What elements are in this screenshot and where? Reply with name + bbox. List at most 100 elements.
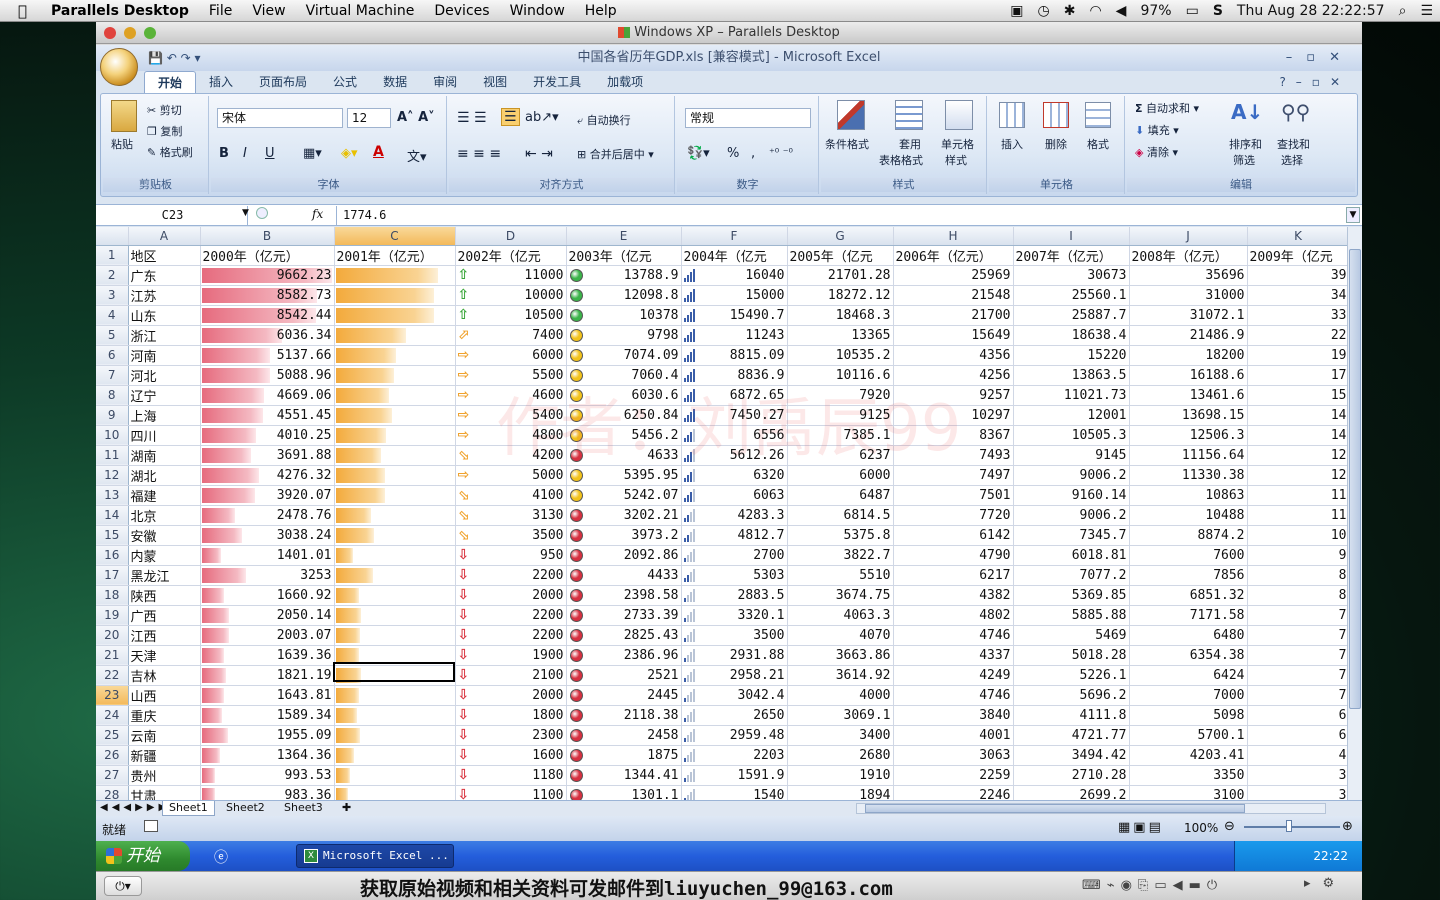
formula-input[interactable]: 1774.6 xyxy=(336,206,1346,225)
indent-icon[interactable]: ⇤ ⇥ xyxy=(525,146,553,162)
sheet-tab-3[interactable]: Sheet3 xyxy=(278,801,329,816)
cell[interactable] xyxy=(334,625,456,646)
cell[interactable] xyxy=(334,525,456,546)
cell[interactable]: 2521 xyxy=(566,665,682,686)
cell[interactable]: 6 xyxy=(1247,705,1350,726)
format-cells-icon[interactable] xyxy=(1085,102,1111,128)
cell[interactable]: 2246 xyxy=(893,785,1014,800)
row-header[interactable]: 19 xyxy=(96,605,129,626)
header-cell[interactable]: 2003年（亿元 xyxy=(566,245,682,266)
cell[interactable]: 河南 xyxy=(128,345,201,366)
row-header[interactable]: 21 xyxy=(96,645,129,666)
column-header-d[interactable]: D xyxy=(455,227,567,246)
minimize-icon[interactable] xyxy=(124,27,136,39)
zoom-in-icon[interactable]: ⊕ xyxy=(1342,819,1353,834)
row-header[interactable]: 23 xyxy=(96,685,129,706)
cell[interactable]: 8815.09 xyxy=(681,345,788,366)
cell[interactable]: 18468.3 xyxy=(787,305,894,326)
cell[interactable]: 3100 xyxy=(1129,785,1248,800)
cell[interactable]: 10535.2 xyxy=(787,345,894,366)
vertical-scroll-thumb[interactable] xyxy=(1349,249,1361,709)
cell[interactable]: 10863 xyxy=(1129,485,1248,506)
cell[interactable]: 9 xyxy=(1247,545,1350,566)
cell[interactable]: 辽宁 xyxy=(128,385,201,406)
cell[interactable]: 4203.41 xyxy=(1129,745,1248,766)
insert-cells-icon[interactable] xyxy=(999,102,1025,128)
cell[interactable] xyxy=(334,345,456,366)
volume-icon[interactable]: ◀ xyxy=(1109,3,1134,19)
cell[interactable]: ⇧ 10500 xyxy=(455,305,567,326)
cell[interactable]: 6 xyxy=(1247,725,1350,746)
cell[interactable]: 5226.1 xyxy=(1013,665,1130,686)
cell[interactable]: 6556 xyxy=(681,425,788,446)
cell[interactable]: 4790 xyxy=(893,545,1014,566)
cell[interactable]: 6851.32 xyxy=(1129,585,1248,606)
comma-button[interactable]: , xyxy=(751,146,755,161)
cell[interactable]: 9257 xyxy=(893,385,1014,406)
number-format-select[interactable]: 常规 xyxy=(685,108,811,128)
row-header[interactable]: 24 xyxy=(96,705,129,726)
vm-control-icons[interactable]: ▸⚙ xyxy=(1304,876,1346,891)
cell[interactable]: 安徽 xyxy=(128,525,201,546)
cell[interactable] xyxy=(334,565,456,586)
column-header-e[interactable]: E xyxy=(566,227,682,246)
cell[interactable]: 15220 xyxy=(1013,345,1130,366)
cell[interactable]: ⇩ 2200 xyxy=(455,565,567,586)
close-icon[interactable] xyxy=(104,27,116,39)
cell[interactable]: 6063 xyxy=(681,485,788,506)
row-header[interactable]: 26 xyxy=(96,745,129,766)
cell[interactable]: 21700 xyxy=(893,305,1014,326)
menu-help[interactable]: Help xyxy=(575,0,627,22)
cell[interactable]: 21486.9 xyxy=(1129,325,1248,346)
row-header[interactable]: 16 xyxy=(96,545,129,566)
cell[interactable]: 2118.38 xyxy=(566,705,682,726)
cell[interactable]: 15000 xyxy=(681,285,788,306)
header-cell[interactable]: 2004年（亿元 xyxy=(681,245,788,266)
tab-page-layout[interactable]: 页面布局 xyxy=(246,71,320,93)
row-header[interactable]: 8 xyxy=(96,385,129,406)
sort-filter-line1[interactable]: 排序和 xyxy=(1229,136,1262,152)
cell[interactable]: 13365 xyxy=(787,325,894,346)
cell[interactable]: ⇧ 10000 xyxy=(455,285,567,306)
cell[interactable]: 7385.1 xyxy=(787,425,894,446)
tab-view[interactable]: 视图 xyxy=(470,71,520,93)
cell[interactable]: 11156.64 xyxy=(1129,445,1248,466)
cell[interactable]: 6000 xyxy=(787,465,894,486)
paste-icon[interactable] xyxy=(111,100,137,132)
cell[interactable]: 4063.3 xyxy=(787,605,894,626)
cell[interactable]: 12001 xyxy=(1013,405,1130,426)
cell[interactable]: 3674.75 xyxy=(787,585,894,606)
cell[interactable]: 1589.34 xyxy=(200,705,335,726)
cell[interactable]: ⇩ 2300 xyxy=(455,725,567,746)
cell[interactable]: 17 xyxy=(1247,365,1350,386)
cell[interactable]: 2203 xyxy=(681,745,788,766)
cell[interactable]: ⇨ 5000 xyxy=(455,465,567,486)
row-header[interactable]: 9 xyxy=(96,405,129,426)
cell[interactable]: 2003.07 xyxy=(200,625,335,646)
cell[interactable]: 5303 xyxy=(681,565,788,586)
cell[interactable]: ⇩ 2000 xyxy=(455,585,567,606)
cell[interactable]: ⬀ 7400 xyxy=(455,325,567,346)
cell[interactable]: 3202.21 xyxy=(566,505,682,526)
cell[interactable]: ⇩ 1100 xyxy=(455,785,567,800)
cell[interactable]: 35696 xyxy=(1129,265,1248,286)
cell[interactable]: 1401.01 xyxy=(200,545,335,566)
cell[interactable]: 3253 xyxy=(200,565,335,586)
cell[interactable]: 5395.95 xyxy=(566,465,682,486)
row-header[interactable]: 15 xyxy=(96,525,129,546)
insert-function-button[interactable]: fx xyxy=(312,207,323,221)
header-cell[interactable]: 2008年（亿元） xyxy=(1129,245,1248,266)
header-cell[interactable]: 2002年（亿元 xyxy=(455,245,567,266)
cell[interactable]: ⇩ 2100 xyxy=(455,665,567,686)
cell[interactable]: 1591.9 xyxy=(681,765,788,786)
cell[interactable]: 5098 xyxy=(1129,705,1248,726)
cell[interactable]: 6030.6 xyxy=(566,385,682,406)
cell[interactable]: 2680 xyxy=(787,745,894,766)
view-buttons-icon[interactable]: ▦▣▤ xyxy=(1118,820,1164,835)
row-header[interactable]: 28 xyxy=(96,785,129,800)
cell[interactable]: ⇩ 2000 xyxy=(455,685,567,706)
orientation-icon[interactable]: ab↗▾ xyxy=(525,110,559,125)
column-header-b[interactable]: B xyxy=(200,227,335,246)
cell[interactable]: 7 xyxy=(1247,665,1350,686)
cell[interactable]: 1344.41 xyxy=(566,765,682,786)
